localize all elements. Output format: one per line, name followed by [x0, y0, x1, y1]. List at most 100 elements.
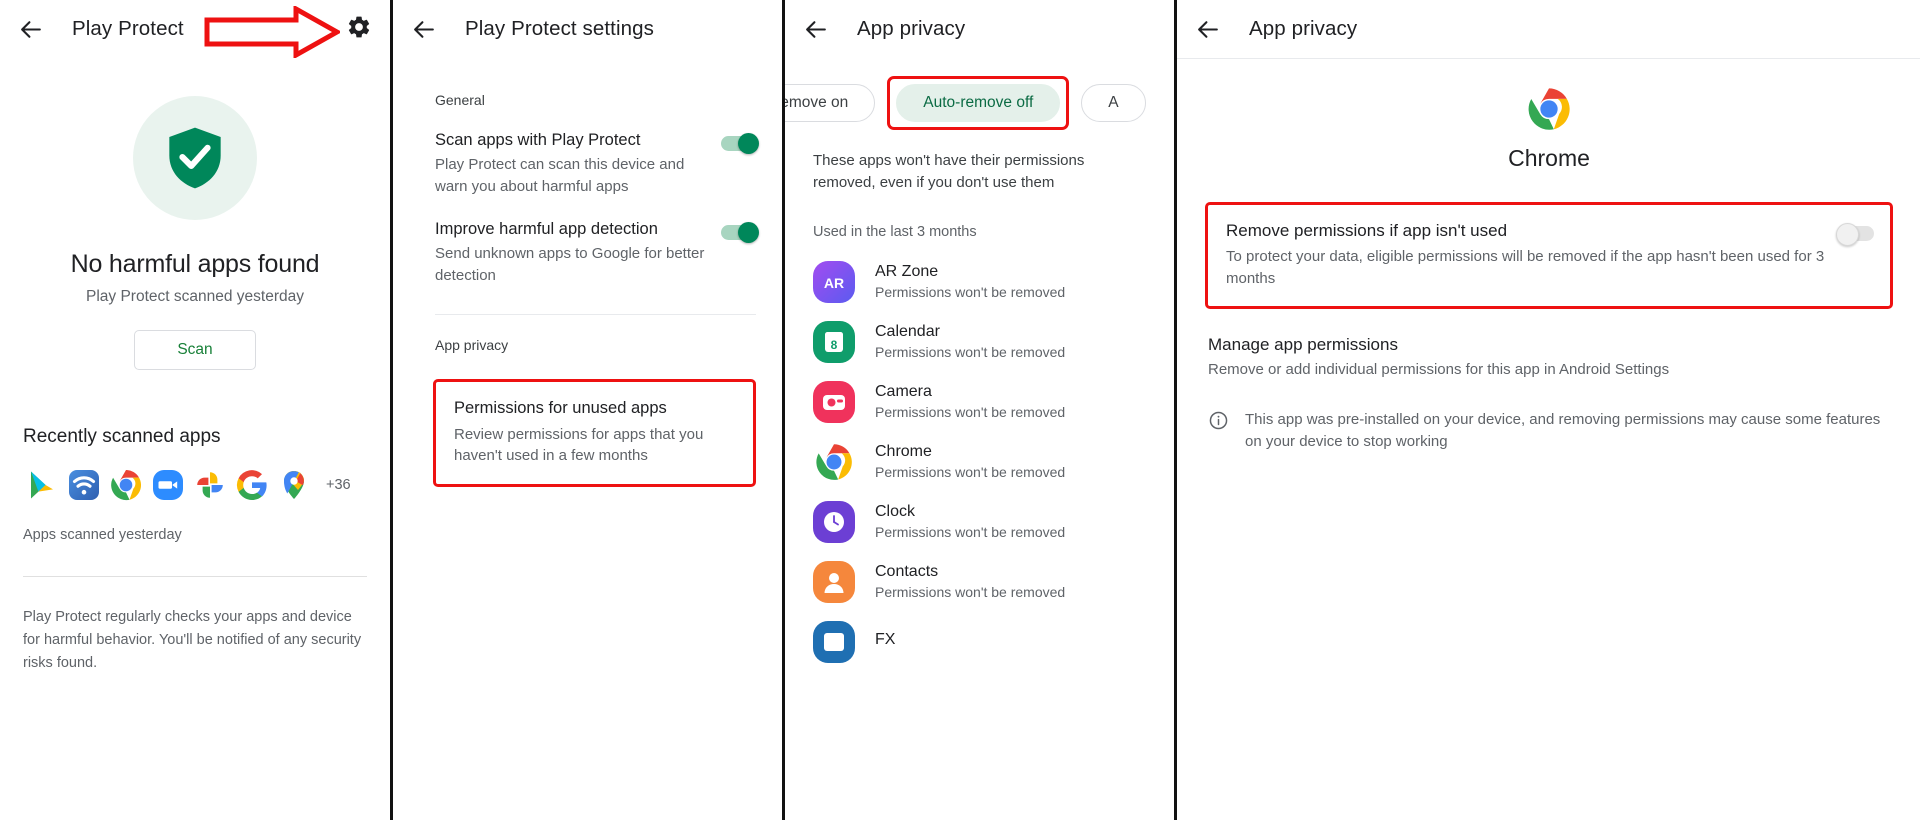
setting-desc: Send unknown apps to Google for better d…: [435, 245, 705, 284]
setting-desc: Play Protect can scan this device and wa…: [435, 156, 685, 195]
scan-result-title: No harmful apps found: [70, 250, 320, 278]
setting-text: Scan apps with Play Protect Play Protect…: [435, 130, 721, 197]
app-header: Chrome: [1177, 59, 1920, 172]
contacts-icon: [813, 560, 855, 603]
app-status: Permissions won't be removed: [875, 584, 1066, 600]
panel-play-protect: Play Protect No harmful apps found Play …: [0, 0, 390, 820]
svg-text:AR: AR: [824, 275, 844, 291]
app-name: Calendar: [875, 323, 940, 340]
app-name: Chrome: [875, 443, 932, 460]
app-status: Permissions won't be removed: [875, 524, 1066, 540]
list-item[interactable]: Chrome Permissions won't be removed: [785, 432, 1174, 492]
scan-result-subtitle: Play Protect scanned yesterday: [86, 288, 304, 305]
setting-title: Remove permissions if app isn't used: [1226, 221, 1508, 240]
apps-scanned-note: Apps scanned yesterday: [23, 527, 182, 543]
list-item-meta: FX: [875, 631, 895, 652]
more-apps-count: +36: [326, 477, 351, 493]
back-arrow-icon[interactable]: [1191, 12, 1225, 46]
section-label-app-privacy: App privacy: [435, 337, 509, 354]
manage-title: Manage app permissions: [1208, 334, 1398, 354]
svg-text:8: 8: [831, 338, 838, 352]
list-item[interactable]: Clock Permissions won't be removed: [785, 492, 1174, 552]
app-name: Contacts: [875, 563, 939, 580]
list-item[interactable]: 8 Calendar Permissions won't be removed: [785, 312, 1174, 372]
app-status: Permissions won't be removed: [875, 284, 1066, 300]
divider-line: [23, 576, 367, 577]
app-name: Chrome: [1508, 145, 1590, 171]
app-name: Camera: [875, 383, 932, 400]
recently-scanned-heading: Recently scanned apps: [23, 426, 221, 447]
page-title: App privacy: [1249, 17, 1358, 40]
list-item-meta: Camera Permissions won't be removed: [875, 383, 1065, 420]
highlighted-setting-remove-permissions[interactable]: Remove permissions if app isn't used To …: [1205, 202, 1893, 309]
app-name: Clock: [875, 503, 916, 520]
maps-pin-icon[interactable]: [278, 469, 310, 501]
preinstalled-info-note: This app was pre-installed on your devic…: [1208, 409, 1891, 453]
panel3-appbar: App privacy: [785, 0, 1174, 58]
highlighted-setting-permissions-unused-apps[interactable]: Permissions for unused apps Review permi…: [433, 379, 756, 488]
list-item-meta: Chrome Permissions won't be removed: [875, 443, 1065, 480]
screenshot-strip: Play Protect No harmful apps found Play …: [0, 0, 1920, 820]
toggle-remove-permissions[interactable]: [1836, 223, 1874, 246]
wifi-app-icon[interactable]: [68, 469, 100, 501]
app-privacy-list: AR AR Zone Permissions won't be removed …: [785, 252, 1174, 672]
manage-desc: Remove or add individual permissions for…: [1208, 360, 1670, 378]
chip-auto-remove-off[interactable]: Auto-remove off: [896, 84, 1061, 122]
camera-icon: [813, 380, 855, 423]
list-item-meta: Clock Permissions won't be removed: [875, 503, 1065, 540]
list-item-meta: Calendar Permissions won't be removed: [875, 323, 1065, 360]
app-status: Permissions won't be removed: [875, 404, 1066, 420]
chip-auto-remove-on[interactable]: Auto-remove on: [785, 84, 876, 122]
setting-title: Improve harmful app detection: [435, 220, 658, 239]
chip-auto-remove-partial[interactable]: A: [1081, 84, 1146, 122]
panel2-appbar: Play Protect settings: [393, 0, 782, 58]
calendar-icon: 8: [813, 320, 855, 363]
list-item[interactable]: AR AR Zone Permissions won't be removed: [785, 252, 1174, 312]
chrome-icon[interactable]: [110, 469, 142, 501]
list-item[interactable]: Contacts Permissions won't be removed: [785, 552, 1174, 612]
setting-desc: To protect your data, eligible permissio…: [1226, 248, 1825, 288]
setting-text: Improve harmful app detection Send unkno…: [435, 219, 721, 286]
back-arrow-icon[interactable]: [14, 12, 48, 46]
page-title: App privacy: [857, 17, 966, 40]
red-arrow-annotation: [204, 6, 340, 58]
highlight-box-auto-remove-off: Auto-remove off: [887, 76, 1070, 130]
back-arrow-icon[interactable]: [407, 12, 441, 46]
page-title: Play Protect: [72, 17, 184, 40]
list-item[interactable]: FX: [785, 612, 1174, 672]
panel-app-privacy-chrome: App privacy Chrome Remove permissions if…: [1177, 0, 1920, 820]
play-store-icon[interactable]: [26, 469, 58, 501]
panel-app-privacy-list: App privacy Auto-remove on Auto-remove o…: [785, 0, 1174, 820]
scan-button[interactable]: Scan: [134, 330, 256, 370]
chrome-icon: [1528, 88, 1570, 130]
setting-text: Remove permissions if app isn't used To …: [1226, 220, 1839, 290]
setting-title: Scan apps with Play Protect: [435, 131, 641, 149]
recently-scanned-icon-row: +36: [26, 469, 390, 501]
play-protect-footer-text: Play Protect regularly checks your apps …: [23, 609, 362, 671]
back-arrow-icon[interactable]: [799, 12, 833, 46]
info-text: This app was pre-installed on your devic…: [1245, 410, 1881, 450]
toggle-scan-apps[interactable]: [721, 133, 759, 154]
app-status: Permissions won't be removed: [875, 464, 1066, 480]
list-item[interactable]: Camera Permissions won't be removed: [785, 372, 1174, 432]
manage-app-permissions-row[interactable]: Manage app permissions Remove or add ind…: [1208, 335, 1891, 381]
setting-title: Permissions for unused apps: [454, 399, 667, 418]
panel-play-protect-settings: Play Protect settings General Scan apps …: [393, 0, 782, 820]
setting-row-scan-apps[interactable]: Scan apps with Play Protect Play Protect…: [393, 108, 782, 197]
divider-line: [435, 314, 756, 316]
panel4-appbar: App privacy: [1177, 0, 1920, 58]
gear-icon[interactable]: [346, 14, 376, 44]
setting-row-improve-detection[interactable]: Improve harmful app detection Send unkno…: [393, 197, 782, 286]
toggle-improve-detection[interactable]: [721, 222, 759, 244]
scan-status-hero: No harmful apps found Play Protect scann…: [0, 58, 390, 370]
section-label-general: General: [435, 92, 485, 108]
zoom-icon[interactable]: [152, 469, 184, 501]
info-circle-icon: [1208, 410, 1229, 431]
photos-icon[interactable]: [194, 469, 226, 501]
app-name: AR Zone: [875, 263, 939, 280]
page-title: Play Protect settings: [465, 17, 654, 40]
clock-icon: [813, 500, 855, 543]
google-g-icon[interactable]: [236, 469, 268, 501]
shield-check-icon: [133, 96, 257, 220]
setting-desc: Review permissions for apps that you hav…: [454, 425, 704, 464]
